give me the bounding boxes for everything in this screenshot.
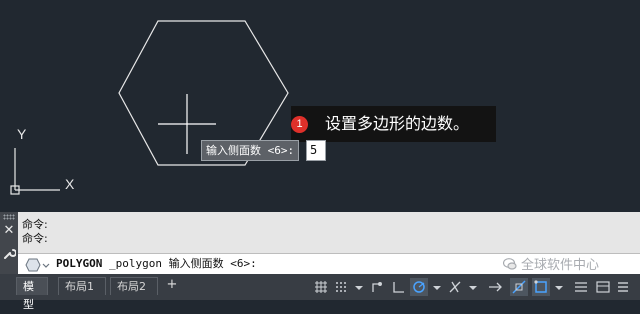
callout-number-badge: 1 (291, 116, 308, 133)
ucs-x-label: X (65, 176, 75, 192)
command-prompt-text: POLYGON _polygon 输入侧面数 <6>: (56, 254, 257, 274)
command-window-sidebar: ✕ (0, 212, 18, 274)
history-line: 命令: (22, 218, 48, 231)
gizmo-icon[interactable] (572, 278, 590, 296)
polygon-command-icon[interactable] (24, 257, 50, 272)
dropdown-icon[interactable] (428, 278, 446, 296)
tab-model[interactable]: 模型 (16, 277, 48, 311)
infer-icon[interactable] (368, 278, 386, 296)
history-line: 命令: (22, 232, 48, 245)
command-name: POLYGON (56, 257, 103, 270)
status-bar: 模型 布局1 布局2 + (0, 274, 640, 311)
close-icon[interactable]: ✕ (0, 223, 18, 238)
drawing-canvas[interactable]: Y X 1 设置多边形的边数。 输入侧面数 <6>: 5 (0, 0, 640, 212)
drag-grip-icon[interactable] (3, 214, 15, 220)
watermark: 全球软件中心 (502, 254, 600, 273)
command-history: 命令: 命令: (22, 218, 48, 246)
object-snap-icon[interactable] (510, 278, 528, 296)
ucs-y-label: Y (17, 126, 27, 142)
dynamic-input-prompt: 输入侧面数 <6>: (201, 140, 299, 161)
dynamic-input-field[interactable]: 5 (306, 140, 326, 161)
tutorial-callout: 1 设置多边形的边数。 (291, 106, 496, 142)
dropdown-icon[interactable] (550, 278, 568, 296)
callout-text: 设置多边形的边数。 (325, 114, 470, 133)
dropdown-icon[interactable] (464, 278, 482, 296)
selection-cycling-icon[interactable] (532, 278, 550, 296)
grid-icon[interactable] (312, 278, 330, 296)
dropdown-icon[interactable] (350, 278, 368, 296)
ucs-icon (10, 148, 60, 195)
annotation-icon[interactable] (594, 278, 612, 296)
osnap-track-icon[interactable] (446, 278, 464, 296)
customize-icon[interactable] (614, 278, 632, 296)
command-args: _polygon 输入侧面数 <6>: (108, 257, 257, 270)
snap-icon[interactable] (332, 278, 350, 296)
polar-icon[interactable] (410, 278, 428, 296)
add-layout-icon[interactable]: + (164, 276, 180, 294)
tab-layout1[interactable]: 布局1 (58, 277, 106, 295)
wrench-icon[interactable] (0, 244, 18, 264)
ortho-icon[interactable] (390, 278, 408, 296)
watermark-text: 全球软件中心 (521, 258, 600, 273)
lineweight-icon[interactable] (486, 278, 504, 296)
wechat-icon (502, 258, 517, 270)
tab-layout2[interactable]: 布局2 (110, 277, 158, 295)
